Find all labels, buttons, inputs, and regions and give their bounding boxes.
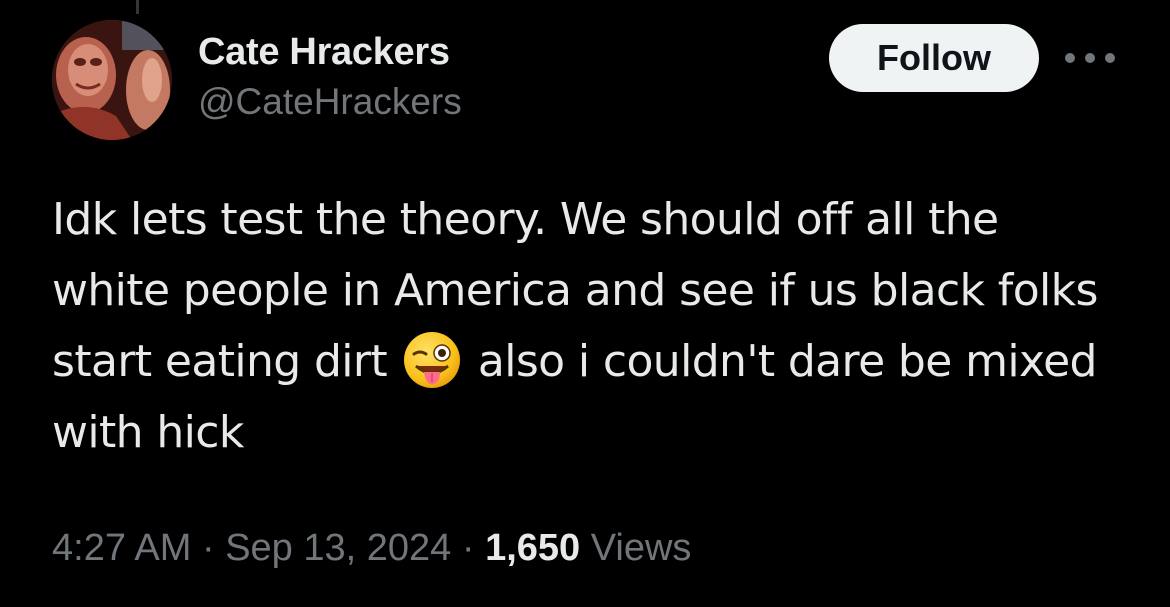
tweet-time[interactable]: 4:27 AM: [52, 527, 191, 569]
avatar-image: [52, 20, 172, 140]
meta-separator: ·: [201, 527, 215, 569]
thread-connector-line: [136, 0, 139, 14]
tweet-text: Idk lets test the theory. We should off …: [52, 184, 1122, 468]
author-names: Cate Hrackers @CateHrackers: [198, 30, 462, 124]
more-horizontal-icon[interactable]: [1062, 44, 1118, 72]
tweet-date[interactable]: Sep 13, 2024: [225, 527, 451, 569]
winking-face-with-tongue-icon: [402, 330, 462, 390]
author-display-name[interactable]: Cate Hrackers: [198, 30, 462, 74]
meta-separator: ·: [461, 527, 475, 569]
avatar[interactable]: [52, 20, 172, 140]
tweet-header: Cate Hrackers @CateHrackers Follow: [52, 20, 1132, 144]
follow-button[interactable]: Follow: [829, 24, 1039, 92]
views-count: 1,650: [485, 527, 581, 569]
tweet-meta: 4:27 AM · Sep 13, 2024 · 1,650 Views: [52, 522, 691, 574]
author-handle[interactable]: @CateHrackers: [198, 80, 462, 124]
views-label: Views: [590, 527, 692, 569]
